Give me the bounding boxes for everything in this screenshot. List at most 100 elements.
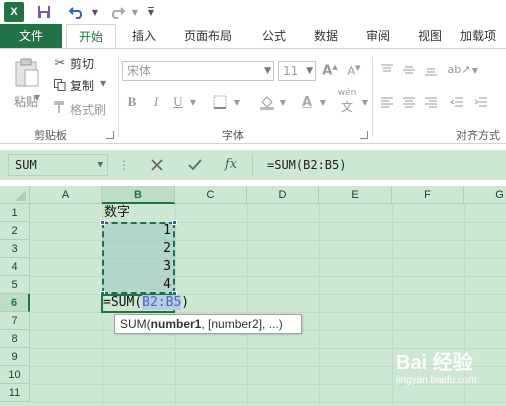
underline-button[interactable]: U [170, 93, 186, 111]
row-header-6[interactable]: 6 [0, 294, 30, 312]
chevron-down-icon[interactable]: ▼ [188, 95, 198, 109]
row-header-7[interactable]: 7 [0, 312, 30, 330]
top-align-button[interactable] [378, 61, 396, 79]
tab-addins[interactable]: 加载项 [460, 24, 506, 48]
fill-color-button[interactable] [256, 93, 278, 111]
row-header-9[interactable]: 9 [0, 348, 30, 366]
insert-function-button[interactable]: fx [218, 154, 244, 176]
increase-indent-button[interactable] [472, 93, 490, 111]
cell-b2[interactable]: 1 [102, 222, 175, 240]
tab-file[interactable]: 文件 [0, 24, 62, 48]
formula-suffix: ) [181, 295, 190, 310]
cell-b3[interactable]: 2 [102, 240, 175, 258]
row-header-2[interactable]: 2 [0, 222, 30, 240]
increase-font-button[interactable]: A▲ [320, 61, 340, 81]
redo-dropdown[interactable]: ▼ [130, 2, 140, 22]
function-argument-tooltip[interactable]: SUM(number1, [number2], ...) [114, 314, 302, 334]
name-box[interactable]: SUM ▼ [8, 154, 108, 176]
cell-b4[interactable]: 3 [102, 258, 175, 276]
group-divider [118, 57, 119, 137]
cell-b1[interactable]: 数字 [104, 204, 174, 222]
top-align-icon [381, 64, 393, 72]
tab-view[interactable]: 视图 [408, 24, 452, 48]
paste-button[interactable] [12, 57, 42, 89]
phonetic-button[interactable]: wén 文 [332, 87, 362, 114]
column-header-g[interactable]: G [464, 186, 506, 204]
chevron-down-icon[interactable]: ▼ [34, 93, 40, 102]
customize-quick-access-button[interactable]: ▼ [146, 2, 156, 22]
column-header-c[interactable]: C [175, 186, 247, 204]
fill-color-icon [260, 96, 274, 110]
decrease-indent-button[interactable] [448, 93, 466, 111]
bold-button[interactable]: B [124, 93, 140, 111]
check-icon [188, 159, 202, 171]
clipboard-icon [15, 58, 39, 87]
column-header-f[interactable]: F [392, 186, 464, 204]
format-painter-icon [52, 99, 68, 115]
chevron-down-icon[interactable]: ▼ [360, 95, 370, 109]
phonetic-label: wén [337, 87, 357, 98]
save-button[interactable] [34, 2, 54, 22]
tab-home[interactable]: 开始 [66, 24, 116, 49]
tab-data[interactable]: 数据 [304, 24, 348, 48]
cell-b6-formula[interactable]: =SUM(B2:B5) [103, 294, 223, 312]
formula-input[interactable]: =SUM(B2:B5) [252, 154, 502, 176]
chevron-down-icon[interactable]: ▼ [100, 79, 106, 88]
align-center-button[interactable] [400, 93, 418, 111]
row-header-4[interactable]: 4 [0, 258, 30, 276]
title-bar: X ▼ ▼ ▼ [0, 0, 506, 24]
row-header-8[interactable]: 8 [0, 330, 30, 348]
row-header-1[interactable]: 1 [0, 204, 30, 222]
orientation-button[interactable]: ab↗ [447, 59, 471, 79]
cell-b5[interactable]: 4 [102, 276, 175, 294]
undo-button[interactable] [66, 2, 88, 22]
italic-button[interactable]: I [148, 93, 164, 111]
watermark-text: Bai 经验 [396, 352, 473, 374]
font-name-select[interactable]: 宋体 ▼ [122, 61, 274, 81]
font-launcher-icon[interactable] [360, 131, 368, 139]
tab-insert[interactable]: 插入 [122, 24, 166, 48]
copy-button[interactable]: 复制 [70, 77, 94, 94]
row-header-3[interactable]: 3 [0, 240, 30, 258]
formula-bar-grip-icon[interactable]: ⋮ [118, 156, 130, 174]
tab-review[interactable]: 审阅 [356, 24, 400, 48]
tab-formulas[interactable]: 公式 [252, 24, 296, 48]
cut-button[interactable]: 剪切 [70, 55, 94, 72]
chevron-down-icon[interactable]: ▼ [278, 95, 288, 109]
bottom-align-icon [425, 68, 437, 76]
clipboard-launcher-icon[interactable] [106, 131, 114, 139]
group-divider [372, 57, 373, 137]
font-size-select[interactable]: 11 ▼ [278, 61, 316, 81]
cancel-formula-button[interactable] [144, 154, 170, 176]
font-group-label: 字体 [222, 129, 244, 142]
chevron-down-icon[interactable]: ▼ [318, 95, 328, 109]
borders-button[interactable] [208, 93, 232, 111]
chevron-down-icon[interactable]: ▼ [232, 95, 242, 109]
redo-button[interactable] [106, 2, 128, 22]
copy-icon [52, 77, 68, 93]
align-left-button[interactable] [378, 93, 396, 111]
align-right-button[interactable] [422, 93, 440, 111]
ribbon-home: 粘贴 ▼ ✂ 剪切 复制 ▼ 格式刷 剪贴板 宋体 ▼ 11 ▼ A▲ A▼ B… [0, 48, 506, 144]
chevron-down-icon[interactable]: ▼ [470, 63, 480, 77]
column-header-a[interactable]: A [30, 186, 102, 204]
row-header-10[interactable]: 10 [0, 366, 30, 384]
column-header-e[interactable]: E [319, 186, 392, 204]
gridline [247, 204, 248, 406]
orientation-icon: ab↗ [447, 62, 471, 76]
format-painter-button[interactable]: 格式刷 [70, 101, 106, 118]
font-color-button[interactable]: A [296, 93, 318, 111]
column-header-b[interactable]: B [102, 186, 175, 204]
column-header-d[interactable]: D [247, 186, 319, 204]
redo-icon [111, 7, 125, 19]
select-all-corner[interactable] [0, 186, 30, 204]
decrease-font-button[interactable]: A▼ [344, 61, 364, 81]
undo-dropdown[interactable]: ▼ [90, 2, 100, 22]
tab-page-layout[interactable]: 页面布局 [174, 24, 242, 48]
row-header-5[interactable]: 5 [0, 276, 30, 294]
middle-align-button[interactable] [400, 61, 418, 79]
bottom-align-button[interactable] [422, 61, 440, 79]
enter-formula-button[interactable] [182, 154, 208, 176]
row-header-11[interactable]: 11 [0, 384, 30, 402]
chevron-down-icon: ▼ [97, 160, 103, 170]
